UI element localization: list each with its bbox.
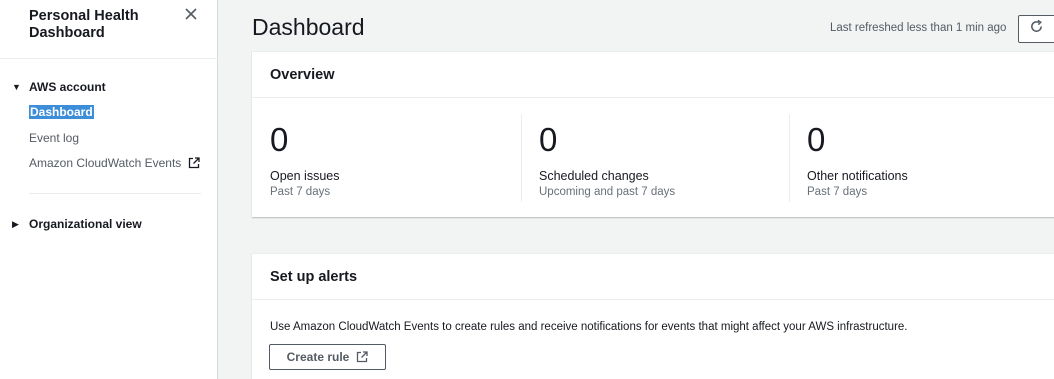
column-divider xyxy=(521,114,522,202)
button-label: Create rule xyxy=(286,350,350,364)
overview-card: Overview 0 Open issues Past 7 days 0 Sch… xyxy=(252,51,1054,217)
section-label: AWS account xyxy=(29,80,106,94)
stat-subtext: Upcoming and past 7 days xyxy=(539,186,676,198)
sidebar-item-label: Dashboard xyxy=(30,105,93,119)
setup-alerts-card: Set up alerts Use Amazon CloudWatch Even… xyxy=(252,253,1054,379)
sidebar-item-event-log[interactable]: Event log xyxy=(29,131,79,145)
create-rule-button[interactable]: Create rule xyxy=(269,344,386,370)
sidebar-divider xyxy=(0,58,218,59)
sidebar-item-dashboard[interactable]: Dashboard xyxy=(29,105,94,119)
refresh-icon xyxy=(1029,19,1044,39)
caret-down-icon: ▼ xyxy=(12,82,21,92)
sidebar-item-cloudwatch-events[interactable]: Amazon CloudWatch Events xyxy=(29,156,200,170)
section-organizational-view[interactable]: ▶ Organizational view xyxy=(12,217,142,231)
sidebar-item-label: Event log xyxy=(29,131,80,145)
column-divider xyxy=(789,114,790,202)
stat-label: Other notifications xyxy=(807,169,908,183)
stat-subtext: Past 7 days xyxy=(807,186,868,198)
external-link-icon xyxy=(188,157,200,169)
caret-right-icon: ▶ xyxy=(12,218,19,229)
refresh-button[interactable] xyxy=(1018,15,1054,43)
external-link-icon xyxy=(356,351,368,363)
last-refreshed-text: Last refreshed less than 1 min ago xyxy=(830,22,1007,34)
alerts-description: Use Amazon CloudWatch Events to create r… xyxy=(270,321,908,333)
alerts-title: Set up alerts xyxy=(252,254,1054,300)
overview-title: Overview xyxy=(252,52,1054,98)
stat-label: Scheduled changes xyxy=(539,169,649,183)
stat-value: 0 xyxy=(270,121,289,158)
sidebar: Personal Health Dashboard ▼ AWS account … xyxy=(0,0,218,379)
stat-subtext: Past 7 days xyxy=(270,186,331,198)
section-label: Organizational view xyxy=(29,217,142,231)
stat-label: Open issues xyxy=(270,169,340,183)
stat-value: 0 xyxy=(539,121,558,158)
close-icon[interactable] xyxy=(183,6,199,22)
sidebar-title: Personal Health Dashboard xyxy=(29,8,139,41)
section-aws-account[interactable]: ▼ AWS account xyxy=(12,80,106,94)
stat-value: 0 xyxy=(807,121,826,158)
page-title: Dashboard xyxy=(252,14,365,40)
sidebar-item-label: Amazon CloudWatch Events xyxy=(29,156,182,170)
sidebar-divider xyxy=(29,193,201,194)
